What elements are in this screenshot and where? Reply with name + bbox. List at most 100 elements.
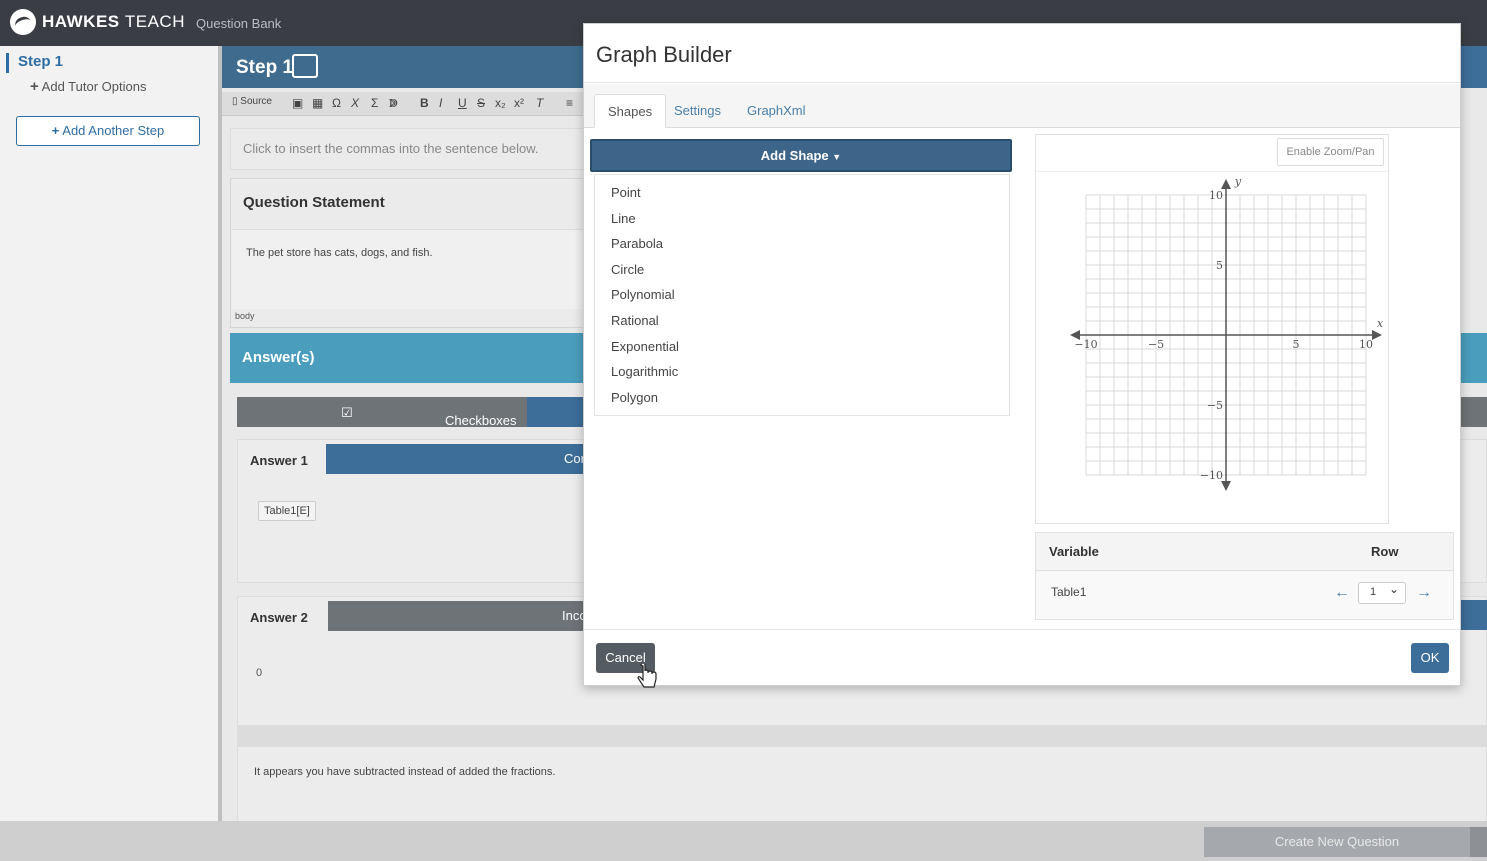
answer-type-label: Checkboxes <box>445 413 517 428</box>
create-dropdown-toggle[interactable] <box>1470 827 1487 857</box>
shape-item-line[interactable]: Line <box>611 211 636 226</box>
bottom-action-bar: Create New Question <box>0 821 1487 861</box>
table-row: Table1 ← 1 → <box>1036 572 1453 619</box>
answer-2-feedback[interactable]: It appears you have subtracted instead o… <box>254 766 555 778</box>
underline-icon[interactable]: U <box>458 96 467 110</box>
italic-icon[interactable]: I <box>439 96 442 110</box>
add-shape-dropdown-button[interactable]: Add Shape ▼ <box>590 139 1012 172</box>
add-tutor-label: Add Tutor Options <box>41 79 147 94</box>
strikethrough-icon[interactable]: S <box>477 96 485 110</box>
superscript-icon[interactable]: x² <box>514 96 524 110</box>
answer-2-incorrect-toggle[interactable]: Inco <box>328 601 598 631</box>
answer-type-checkboxes[interactable]: ☑ Checkboxes <box>341 405 517 428</box>
caret-down-icon: ▼ <box>832 152 842 162</box>
answer-1-correct-toggle[interactable]: Cor <box>326 444 598 474</box>
shape-item-parabola[interactable]: Parabola <box>611 236 663 251</box>
x-axis-arrow-right <box>1372 330 1382 340</box>
sigma-icon[interactable]: Σ <box>371 96 378 110</box>
brand-name: HAWKES TEACH <box>42 12 185 32</box>
math-x-icon[interactable]: X <box>351 96 359 110</box>
graph-panel-divider <box>1036 171 1388 172</box>
shape-item-polynomial[interactable]: Polynomial <box>611 287 675 302</box>
x-tick-label: 5 <box>1293 338 1300 351</box>
arrow-right-icon[interactable]: → <box>1416 584 1432 602</box>
arrow-left-icon[interactable]: ← <box>1334 584 1350 602</box>
source-button[interactable]: ▯ Source <box>232 96 272 107</box>
hawk-logo-icon <box>10 9 36 35</box>
breadcrumb-question-bank[interactable]: Question Bank <box>196 16 281 31</box>
plus-icon: + <box>51 123 60 138</box>
plus-icon: + <box>30 78 39 95</box>
bold-icon[interactable]: B <box>420 96 429 110</box>
variable-name: Table1 <box>1051 585 1087 599</box>
add-step-label: Add Another Step <box>62 123 165 138</box>
hawkes-logo[interactable]: HAWKES TEACH <box>10 9 185 35</box>
graph-preview-panel: Enable Zoom/Pan x y −10 −5 5 10 10 5 −5 −10 <box>1035 134 1389 524</box>
coordinate-graph[interactable]: x y −10 −5 5 10 10 5 −5 −10 <box>1066 175 1386 495</box>
modal-header-divider <box>584 82 1460 83</box>
y-tick-label: 10 <box>1209 189 1223 202</box>
x-tick-label: −5 <box>1148 338 1164 351</box>
tab-graphxml[interactable]: GraphXml <box>734 94 819 128</box>
x-tick-label: −10 <box>1074 338 1097 351</box>
enable-zoom-pan-button[interactable]: Enable Zoom/Pan <box>1277 138 1384 166</box>
row-select[interactable]: 1 <box>1358 582 1406 604</box>
answer-2-toggle-edge <box>1460 600 1487 630</box>
answer-1-state: Cor <box>564 451 585 466</box>
question-statement-title: Question Statement <box>243 194 385 211</box>
brand-bold: HAWKES <box>42 12 120 31</box>
create-new-question-button[interactable]: Create New Question <box>1204 827 1470 857</box>
question-statement-editor[interactable] <box>232 229 584 309</box>
hand-cursor-icon <box>637 664 657 688</box>
answer-1-label: Answer 1 <box>250 453 308 468</box>
x-axis-label: x <box>1377 317 1384 330</box>
y-axis-arrow-down <box>1221 481 1231 491</box>
subscript-icon[interactable]: x₂ <box>495 96 506 110</box>
clear-format-icon[interactable]: T <box>536 96 543 110</box>
table-icon[interactable]: ▦ <box>312 96 323 110</box>
ok-button[interactable]: OK <box>1411 643 1449 673</box>
row-select-value: 1 <box>1370 586 1377 598</box>
special-char-icon[interactable]: Ω <box>332 96 341 110</box>
edit-icon[interactable] <box>292 54 318 78</box>
source-label: Source <box>240 96 272 107</box>
shape-item-point[interactable]: Point <box>611 185 641 200</box>
image-icon[interactable]: ▣ <box>292 96 303 110</box>
step-header-edge <box>1460 46 1487 88</box>
add-tutor-options-link[interactable]: + Add Tutor Options <box>30 78 146 95</box>
answer-1-value-chip[interactable]: Table1[E] <box>258 501 316 521</box>
modal-tabs: Shapes Settings GraphXml <box>584 84 1460 128</box>
formula-icon[interactable]: ↇ <box>389 96 398 111</box>
shape-item-logarithmic[interactable]: Logarithmic <box>611 364 678 379</box>
question-statement-panel: Question Statement The pet store has cat… <box>230 178 584 328</box>
y-axis-arrow-up <box>1221 179 1231 189</box>
shape-item-rational[interactable]: Rational <box>611 313 659 328</box>
answer-2-value[interactable]: 0 <box>256 667 262 679</box>
modal-title: Graph Builder <box>596 42 732 67</box>
y-axis-label: y <box>1234 175 1242 188</box>
question-text[interactable]: The pet store has cats, dogs, and fish. <box>246 247 433 259</box>
y-tick-label: 5 <box>1216 259 1223 272</box>
brand-light: TEACH <box>124 12 185 31</box>
modal-footer-divider <box>584 629 1460 630</box>
shape-item-polygon[interactable]: Polygon <box>611 390 658 405</box>
add-another-step-button[interactable]: + Add Another Step <box>16 116 200 146</box>
step-title: Step 1 <box>236 57 294 78</box>
y-tick-label: −10 <box>1200 469 1223 482</box>
y-tick-label: −5 <box>1207 399 1223 412</box>
align-icon[interactable]: ≡ <box>566 96 573 110</box>
graph-builder-modal: Graph Builder Shapes Settings GraphXml A… <box>583 23 1461 686</box>
tab-settings[interactable]: Settings <box>661 94 734 128</box>
shape-menu: Point Line Parabola Circle Polynomial Ra… <box>594 174 1010 416</box>
instruction-field[interactable]: Click to insert the commas into the sent… <box>230 128 584 170</box>
shape-item-circle[interactable]: Circle <box>611 262 644 277</box>
answers-title: Answer(s) <box>242 349 315 366</box>
add-shape-label: Add Shape <box>760 148 829 163</box>
tab-shapes[interactable]: Shapes <box>594 94 667 128</box>
variable-table: Variable Row Table1 ← 1 → <box>1035 532 1454 620</box>
col-variable: Variable <box>1049 544 1099 559</box>
sidebar-step-1[interactable]: Step 1 <box>6 53 63 73</box>
rich-text-toolbar: ▯ Source ▣ ▦ Ω X Σ ↇ B I U S x₂ x² T ≡ <box>222 92 584 116</box>
editor-element-path: body <box>235 311 255 321</box>
shape-item-exponential[interactable]: Exponential <box>611 339 679 354</box>
